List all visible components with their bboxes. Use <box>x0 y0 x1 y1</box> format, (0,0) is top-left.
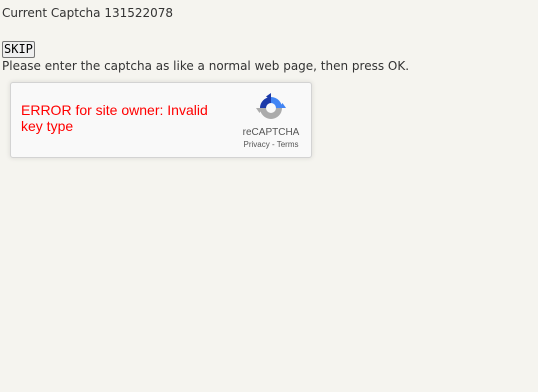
recaptcha-branding: reCAPTCHA Privacy - Terms <box>235 91 307 149</box>
links-separator: - <box>269 140 277 149</box>
terms-link[interactable]: Terms <box>277 140 299 149</box>
skip-button[interactable]: SKIP <box>2 41 35 58</box>
privacy-link[interactable]: Privacy <box>244 140 270 149</box>
current-captcha-line: Current Captcha 131522078 <box>2 6 173 20</box>
recaptcha-links: Privacy - Terms <box>235 140 307 149</box>
recaptcha-brand-label: reCAPTCHA <box>242 127 300 138</box>
recaptcha-widget[interactable]: ERROR for site owner: Invalid key type r… <box>10 82 312 158</box>
current-captcha-label: Current Captcha <box>2 6 101 20</box>
current-captcha-id: 131522078 <box>104 6 174 20</box>
instructions-text: Please enter the captcha as like a norma… <box>2 59 410 73</box>
recaptcha-logo-icon <box>256 93 286 119</box>
recaptcha-error-message: ERROR for site owner: Invalid key type <box>21 102 208 134</box>
